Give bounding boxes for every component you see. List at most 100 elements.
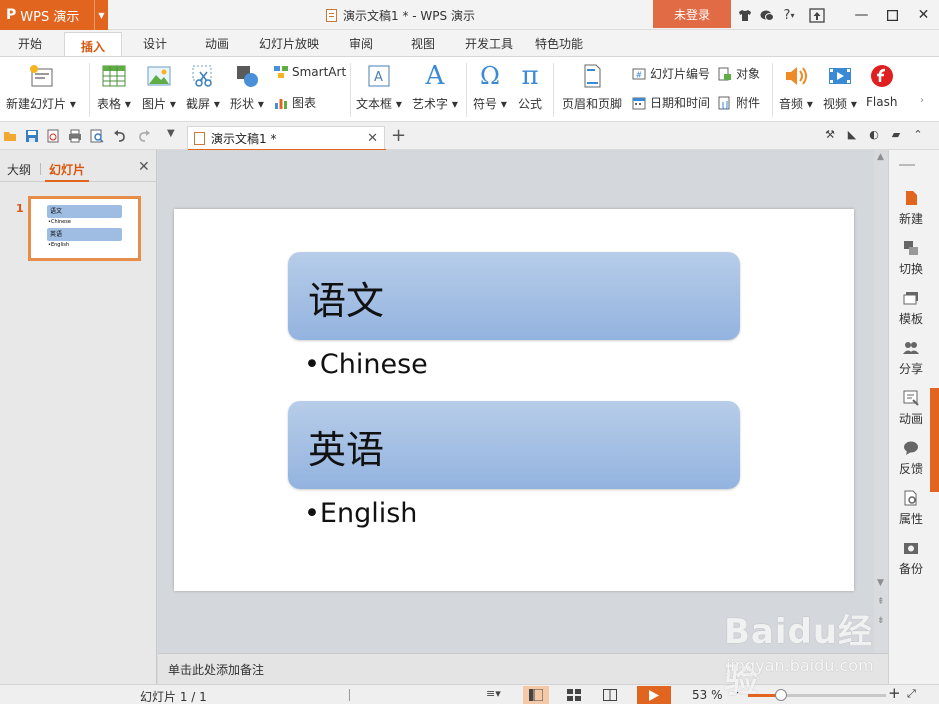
slide-thumb-number: 1 — [16, 202, 24, 215]
table-button[interactable]: 表格 ▾ — [97, 57, 131, 112]
task-share[interactable]: 分享 — [889, 340, 933, 377]
slide-panel-close-icon[interactable]: ✕ — [138, 159, 150, 175]
shape-button[interactable]: 形状 ▾ — [230, 57, 264, 112]
close-icon[interactable]: ✕ — [908, 0, 939, 30]
play-slideshow-button[interactable] — [637, 686, 671, 704]
audio-button[interactable]: 音频 ▾ — [779, 57, 813, 112]
comment-icon[interactable]: ▰ — [885, 128, 907, 141]
scroll-down-icon[interactable]: ▼ — [877, 578, 884, 588]
tab-special[interactable]: 特色功能 — [535, 35, 583, 52]
task-feedback[interactable]: 反馈 — [889, 440, 933, 477]
tab-home[interactable]: 开始 — [18, 35, 42, 52]
tab-design[interactable]: 设计 — [143, 35, 167, 52]
document-tab-close-icon[interactable]: ✕ — [367, 131, 378, 146]
task-properties[interactable]: 属性 — [889, 490, 933, 527]
task-panel-handle[interactable] — [899, 164, 915, 166]
screenshot-button[interactable]: 截屏 ▾ — [186, 57, 220, 112]
bullet-english[interactable]: •English — [304, 498, 417, 529]
tab-slides[interactable]: 幻灯片 — [49, 161, 85, 178]
normal-view-icon[interactable] — [523, 686, 549, 704]
document-tab[interactable]: 演示文稿1 * ✕ — [187, 126, 386, 151]
attachment-button[interactable]: 附件 — [718, 94, 760, 111]
symbol-button[interactable]: Ω 符号 ▾ — [473, 57, 507, 112]
tab-animation[interactable]: 动画 — [205, 35, 229, 52]
slide-canvas[interactable]: 语文 •Chinese 英语 •English — [174, 209, 854, 591]
redo-icon[interactable] — [137, 129, 151, 143]
customize-dropdown-icon[interactable]: ▼ — [167, 128, 181, 142]
header-footer-button[interactable]: 页眉和页脚 — [562, 57, 622, 112]
app-menu-button[interactable]: P WPS 演示 ▼ — [0, 0, 108, 30]
maximize-icon[interactable] — [877, 0, 908, 30]
smartart-button[interactable]: SmartArt — [274, 65, 346, 79]
shrink-icon[interactable]: ⌃ — [907, 128, 929, 141]
textbox-button[interactable]: A 文本框 ▾ — [356, 57, 402, 112]
task-transition[interactable]: 切换 — [889, 240, 933, 277]
fit-window-icon[interactable]: ⤢ — [907, 687, 916, 701]
zoom-out-icon[interactable]: − — [732, 685, 744, 701]
undo-icon[interactable] — [113, 129, 127, 143]
next-slide-icon[interactable]: ⇟ — [877, 616, 885, 626]
chat-icon[interactable] — [756, 0, 778, 30]
prev-slide-icon[interactable]: ⇞ — [877, 597, 885, 607]
task-panel-expand-handle[interactable] — [930, 388, 939, 492]
title-box-english[interactable]: 英语 — [288, 401, 740, 489]
tab-developer[interactable]: 开发工具 — [465, 35, 513, 52]
title-box-chinese-text[interactable]: 语文 — [308, 270, 384, 325]
print-preview-icon[interactable] — [90, 129, 104, 143]
shirt-icon[interactable] — [734, 0, 756, 30]
new-tab-plus-icon[interactable]: + — [391, 125, 406, 146]
notes-pane[interactable]: 单击此处添加备注 — [158, 653, 888, 684]
notes-toggle-icon[interactable]: ≡▾ — [486, 687, 501, 700]
flash-button[interactable]: Flash — [866, 57, 897, 109]
hammer-icon[interactable]: ⚒ — [819, 128, 841, 141]
app-menu-dropdown-icon[interactable]: ▼ — [94, 0, 108, 30]
datetime-button[interactable]: 日期和时间 — [632, 94, 710, 111]
task-template[interactable]: 模板 — [889, 290, 933, 327]
zoom-slider-knob[interactable] — [775, 689, 787, 701]
task-backup-label: 备份 — [898, 562, 923, 576]
ribbon-separator — [350, 63, 351, 117]
reading-view-icon[interactable] — [597, 686, 623, 704]
ruler-icon[interactable]: ◣ — [841, 128, 863, 141]
slide-thumbnail[interactable]: 语文 •Chinese 英语 •English — [28, 196, 141, 261]
login-button[interactable]: 未登录 — [653, 0, 731, 28]
print-icon[interactable] — [68, 129, 82, 143]
task-new[interactable]: 新建 — [889, 190, 933, 227]
video-icon — [827, 63, 853, 89]
slide-editor: 语文 •Chinese 英语 •English ▲ ▼ ⇞ ⇟ — [158, 150, 888, 653]
help-icon[interactable]: ? ▾ — [778, 0, 800, 30]
slide-sorter-view-icon[interactable] — [561, 686, 587, 704]
formula-button[interactable]: π 公式 — [517, 57, 543, 112]
zoom-level[interactable]: 53 % — [692, 688, 723, 702]
vertical-scrollbar[interactable]: ▲ ▼ ⇞ ⇟ — [874, 150, 888, 653]
picture-button[interactable]: 图片 ▾ — [142, 57, 176, 112]
task-backup[interactable]: 备份 — [889, 540, 933, 577]
chart-button[interactable]: 图表 — [274, 94, 316, 111]
ribbon-more-icon[interactable]: › — [920, 95, 924, 106]
save-icon[interactable] — [25, 129, 39, 143]
export-pdf-icon[interactable] — [46, 129, 60, 143]
tab-slideshow[interactable]: 幻灯片放映 — [259, 35, 319, 52]
video-button[interactable]: 视频 ▾ — [823, 57, 857, 112]
slide-number-icon: # — [632, 67, 646, 81]
scroll-up-icon[interactable]: ▲ — [877, 152, 884, 162]
task-animation[interactable]: 动画 — [889, 390, 933, 427]
open-folder-icon[interactable] — [3, 129, 17, 143]
minimize-icon[interactable]: — — [846, 0, 877, 30]
object-button[interactable]: 对象 — [718, 65, 760, 82]
bullet-chinese[interactable]: •Chinese — [304, 349, 428, 380]
wordart-button[interactable]: A 艺术字 ▾ — [412, 57, 458, 112]
tab-view[interactable]: 视图 — [411, 35, 435, 52]
display-icon[interactable]: ◐ — [863, 128, 885, 141]
notes-placeholder[interactable]: 单击此处添加备注 — [168, 661, 264, 678]
zoom-slider[interactable] — [748, 689, 886, 701]
slide-number-button[interactable]: # 幻灯片编号 — [632, 65, 710, 82]
upload-icon[interactable] — [806, 0, 828, 30]
tab-outline[interactable]: 大纲 — [7, 161, 31, 178]
zoom-in-icon[interactable]: + — [888, 684, 901, 702]
new-slide-button[interactable]: 新建幻灯片 ▾ — [6, 57, 76, 112]
title-box-english-text[interactable]: 英语 — [308, 419, 384, 474]
title-box-chinese[interactable]: 语文 — [288, 252, 740, 340]
tab-review[interactable]: 审阅 — [349, 35, 373, 52]
tab-insert[interactable]: 插入 — [64, 32, 123, 57]
